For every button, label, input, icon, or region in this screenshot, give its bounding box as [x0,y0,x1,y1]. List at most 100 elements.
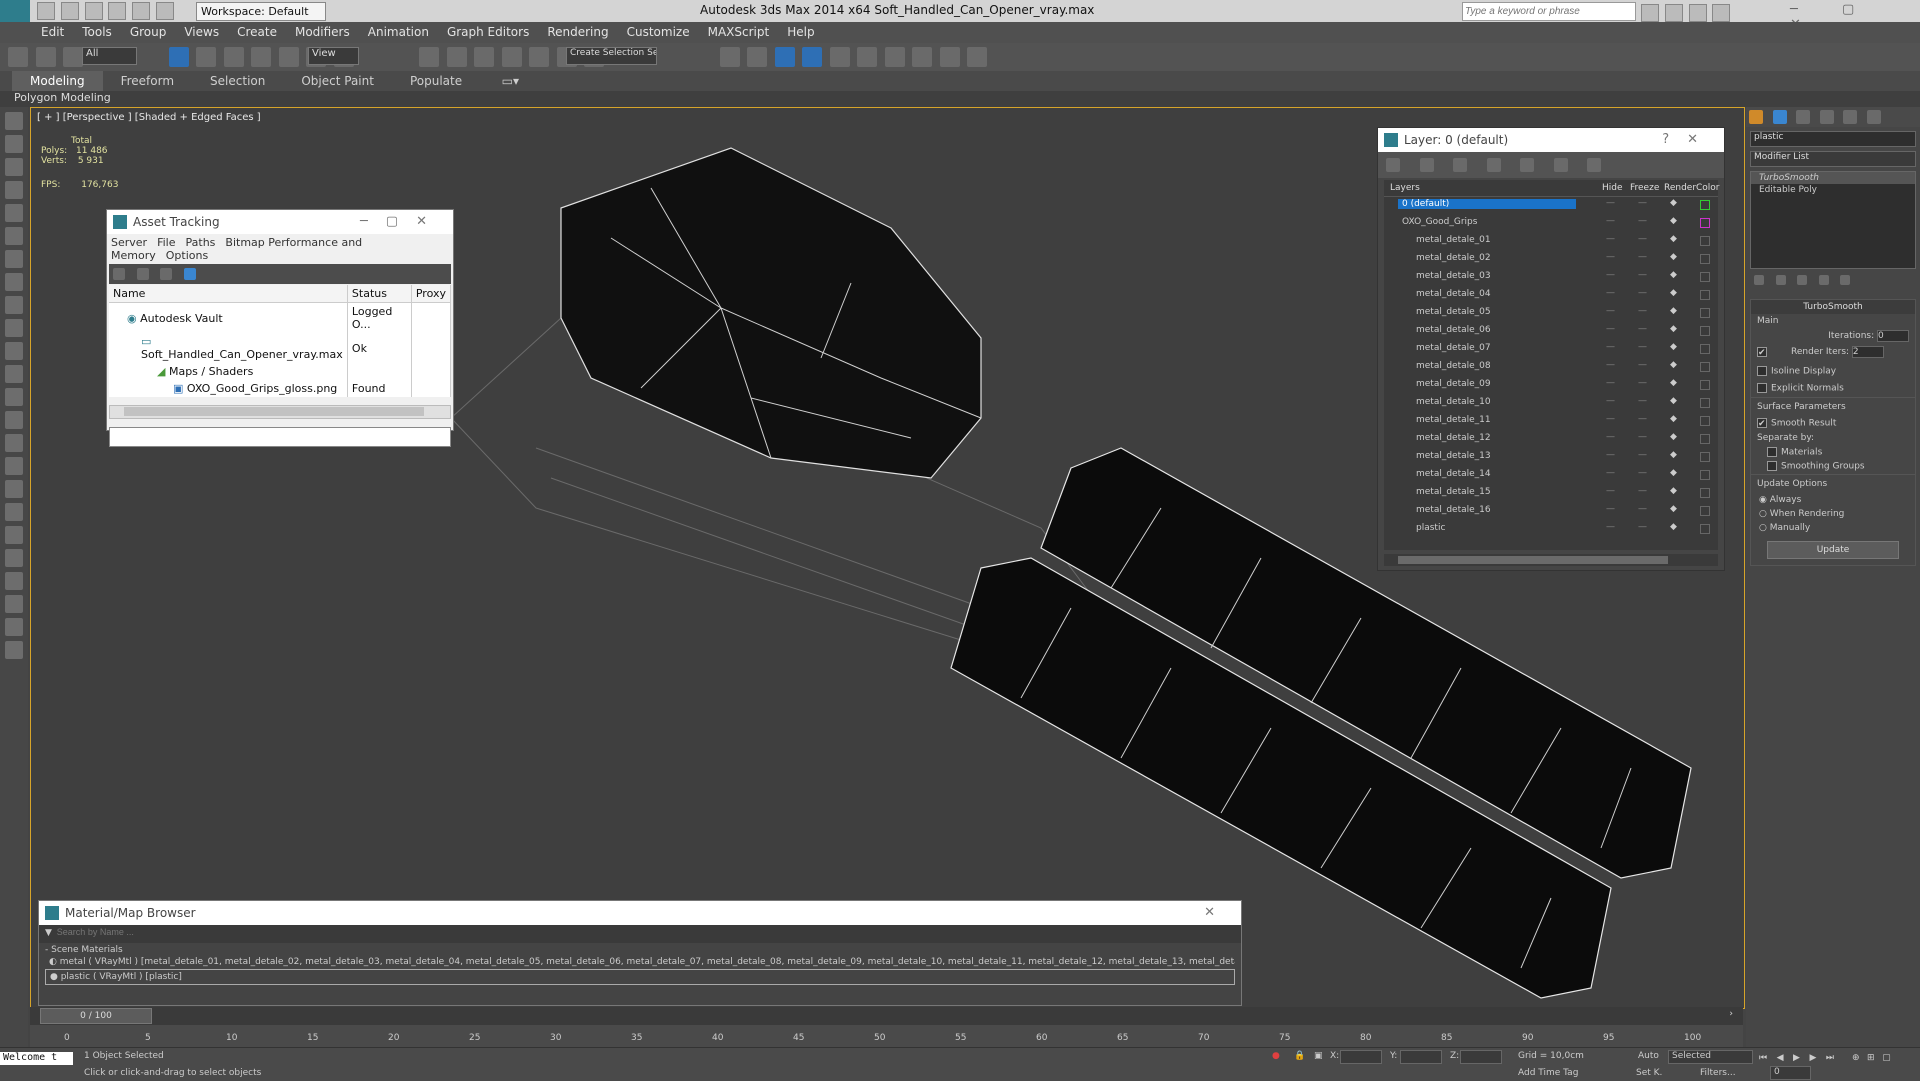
freeze-toggle-icon[interactable]: — [1638,504,1647,514]
render-teapot-icon[interactable]: ◆ [1670,522,1677,532]
layer-window-titlebar[interactable]: Layer: 0 (default) ?✕ [1378,128,1724,152]
y-coordinate-field[interactable] [1400,1050,1442,1064]
layer-color-swatch[interactable] [1700,290,1710,300]
app-logo-icon[interactable] [0,0,30,22]
star-icon[interactable] [1688,4,1707,22]
hide-toggle-icon[interactable]: — [1606,270,1615,280]
show-end-result-icon[interactable] [1775,275,1786,285]
motion-tab-icon[interactable] [1819,110,1834,124]
freeze-toggle-icon[interactable]: — [1638,252,1647,262]
layer-color-swatch[interactable] [1700,488,1710,498]
hide-toggle-icon[interactable]: — [1606,360,1615,370]
ribbon-tab-freeform[interactable]: Freeform [103,71,192,91]
layer-select-icon[interactable] [1486,158,1501,172]
layer-explorer-icon[interactable] [774,47,795,67]
render-teapot-icon[interactable]: ◆ [1670,234,1677,244]
menu-maxscript[interactable]: MAXScript [699,22,779,42]
particle-icon[interactable] [5,503,23,521]
col-color[interactable]: Color [1696,183,1720,193]
render-teapot-icon[interactable]: ◆ [1670,252,1677,262]
layer-color-swatch[interactable] [1700,326,1710,336]
pivot-center-icon[interactable] [419,47,439,67]
light-icon[interactable] [5,365,23,383]
layer-row[interactable]: metal_detale_15 — — ◆ [1384,485,1718,503]
hierarchy-icon[interactable] [5,158,23,176]
layer-row[interactable]: metal_detale_14 — — ◆ [1384,467,1718,485]
z-coordinate-field[interactable] [1460,1050,1502,1064]
display-icon[interactable] [5,204,23,222]
curve-editor-icon[interactable] [829,47,850,67]
previous-frame-icon[interactable]: ◀ [1777,1053,1784,1063]
globe-icon[interactable] [5,526,23,544]
select-manipulate-icon[interactable] [446,47,467,67]
always-radio[interactable]: ◉ [1759,495,1770,505]
freeze-toggle-icon[interactable]: — [1638,414,1647,424]
object-name-field[interactable]: plastic [1750,131,1916,147]
render-setup-icon[interactable] [912,47,932,67]
layer-row[interactable]: metal_detale_09 — — ◆ [1384,377,1718,395]
freeze-toggle-icon[interactable]: — [1638,324,1647,334]
layer-hide-all-icon[interactable] [1553,158,1568,172]
box-icon[interactable] [5,250,23,268]
ribbon-options-icon[interactable]: ▭▾ [484,71,537,91]
hide-toggle-icon[interactable]: — [1606,378,1615,388]
current-frame-field[interactable]: 0 [1770,1066,1811,1080]
menu-animation[interactable]: Animation [359,22,438,42]
freeze-toggle-icon[interactable]: — [1638,270,1647,280]
pin-stack-icon[interactable] [1754,275,1764,285]
cloth-icon[interactable] [5,549,23,567]
render-teapot-icon[interactable]: ◆ [1670,450,1677,460]
layer-row[interactable]: metal_detale_07 — — ◆ [1384,341,1718,359]
maximize-viewport-icon[interactable]: ▢ [1882,1053,1891,1063]
materials-checkbox[interactable] [1767,446,1777,457]
ribbon-tab-populate[interactable]: Populate [392,71,480,91]
layer-create-icon[interactable] [1386,158,1400,172]
render-teapot-icon[interactable]: ◆ [1670,288,1677,298]
layer-row[interactable]: metal_detale_16 — — ◆ [1384,503,1718,521]
select-object-icon[interactable] [168,47,189,67]
menu-help[interactable]: Help [778,22,823,42]
table-view-icon[interactable] [183,268,196,280]
col-freeze[interactable]: Freeze [1630,183,1659,193]
layer-color-swatch[interactable] [1700,506,1710,516]
menu-group[interactable]: Group [121,22,176,42]
layer-row[interactable]: metal_detale_01 — — ◆ [1384,233,1718,251]
layer-color-swatch[interactable] [1700,398,1710,408]
freeze-toggle-icon[interactable]: — [1638,360,1647,370]
menu-create[interactable]: Create [228,22,286,42]
configure-sets-icon[interactable] [1840,275,1850,285]
layer-color-swatch[interactable] [1700,308,1710,318]
isolate-icon[interactable]: ● [1272,1051,1280,1061]
hide-toggle-icon[interactable]: — [1606,432,1615,442]
x-coordinate-field[interactable] [1340,1050,1382,1064]
table-row[interactable]: ▣ OXO_Good_Grips_gloss.png Found [109,380,452,397]
col-hide[interactable]: Hide [1602,183,1623,193]
layer-color-swatch[interactable] [1700,272,1710,282]
freeze-toggle-icon[interactable]: — [1638,522,1647,532]
asset-horizontal-scrollbar[interactable] [109,405,451,419]
ribbon-tab-selection[interactable]: Selection [192,71,283,91]
freeze-toggle-icon[interactable]: — [1638,288,1647,298]
render-teapot-icon[interactable]: ◆ [1670,486,1677,496]
layer-row[interactable]: plastic — — ◆ [1384,521,1718,539]
menu-views[interactable]: Views [175,22,228,42]
freeze-toggle-icon[interactable]: — [1638,234,1647,244]
hide-toggle-icon[interactable]: — [1606,450,1615,460]
material-editor-icon[interactable] [884,47,905,67]
layer-row[interactable]: metal_detale_03 — — ◆ [1384,269,1718,287]
layer-color-swatch[interactable] [1700,416,1710,426]
rectangular-selection-icon[interactable] [223,47,244,67]
zoom-icon[interactable]: ⊕ [1852,1053,1860,1063]
utilities-tab-icon[interactable] [1866,110,1881,124]
asset-path-field[interactable] [109,427,451,447]
move-icon[interactable] [278,47,299,67]
freeze-toggle-icon[interactable]: — [1638,468,1647,478]
align-icon[interactable] [747,47,767,67]
col-status[interactable]: Status [347,285,412,303]
manually-radio[interactable]: ○ [1759,523,1770,533]
layer-row[interactable]: metal_detale_11 — — ◆ [1384,413,1718,431]
render-teapot-icon[interactable]: ◆ [1670,198,1677,208]
hide-toggle-icon[interactable]: — [1606,216,1615,226]
layer-freeze-all-icon[interactable] [1587,158,1601,172]
hide-toggle-icon[interactable]: — [1606,306,1615,316]
